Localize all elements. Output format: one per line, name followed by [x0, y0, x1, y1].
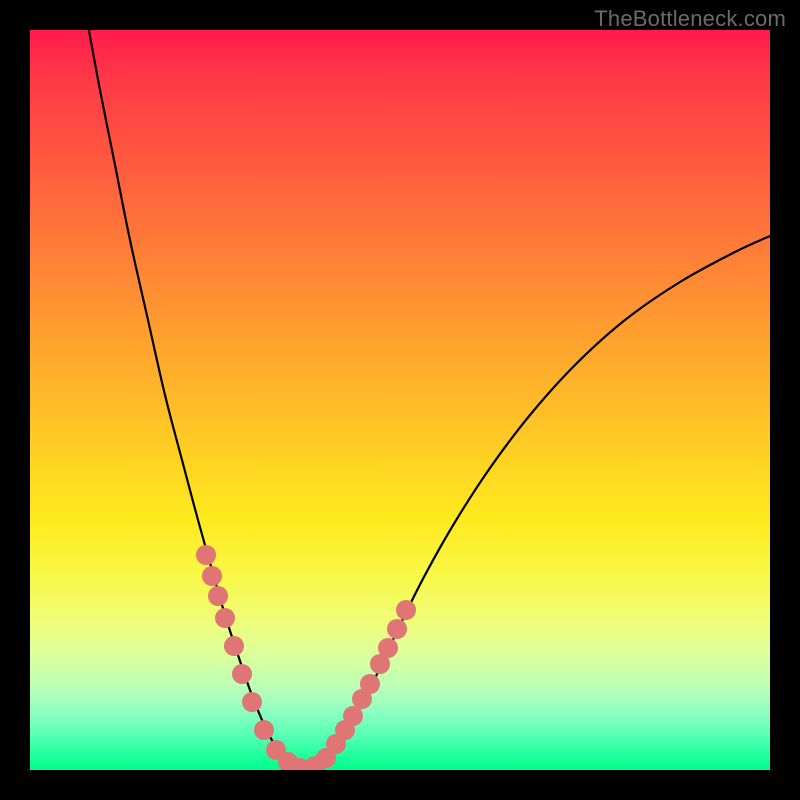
watermark-text: TheBottleneck.com — [594, 6, 786, 32]
sample-dot — [378, 638, 398, 658]
sample-dot — [360, 674, 380, 694]
chart-frame: TheBottleneck.com — [0, 0, 800, 800]
plot-area — [30, 30, 770, 770]
sample-dot — [242, 692, 262, 712]
curve-svg — [30, 30, 770, 770]
sample-dot — [343, 706, 363, 726]
sample-dots-left — [196, 545, 310, 770]
sample-dot — [196, 545, 216, 565]
sample-dot — [202, 566, 222, 586]
sample-dot — [254, 720, 274, 740]
sample-dot — [387, 619, 407, 639]
curve-left — [87, 30, 305, 770]
sample-dot — [396, 600, 416, 620]
sample-dot — [215, 608, 235, 628]
sample-dot — [208, 586, 228, 606]
sample-dots-right — [305, 600, 416, 770]
sample-dot — [232, 664, 252, 684]
sample-dot — [224, 636, 244, 656]
